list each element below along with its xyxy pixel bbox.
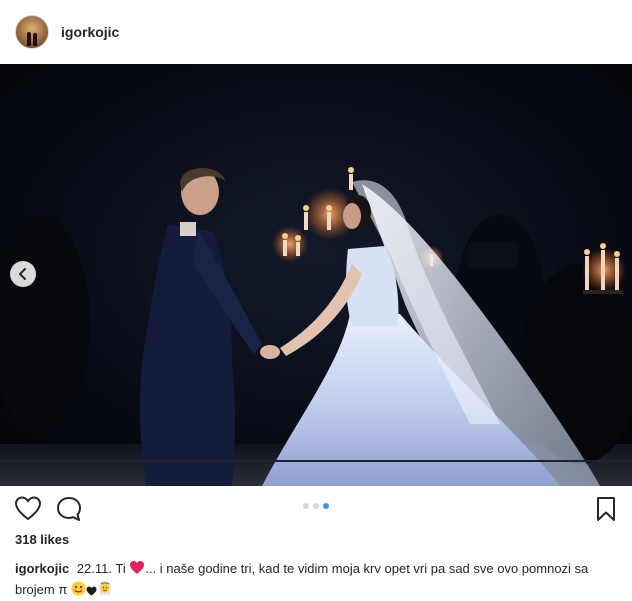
bookmark-icon [597, 497, 615, 521]
comment-button[interactable] [55, 495, 83, 523]
like-button[interactable] [14, 495, 42, 523]
instagram-post: igorkojic 318 likes igorkojic 22.11. Ti … [0, 0, 632, 598]
profile-avatar[interactable] [15, 15, 49, 49]
save-button[interactable] [592, 495, 620, 523]
post-header: igorkojic [0, 0, 632, 65]
avatar-figure [27, 32, 31, 46]
caption-text-part1: 22.11. Ti [76, 561, 126, 576]
post-actions [0, 486, 632, 532]
carousel-dot [313, 503, 319, 509]
carousel-dot [303, 503, 309, 509]
red-heart-emoji [129, 560, 145, 580]
smiling-face-emoji [71, 581, 86, 601]
post-username[interactable]: igorkojic [61, 24, 119, 40]
black-heart-emoji [86, 582, 97, 601]
carousel-indicator [0, 503, 632, 509]
heart-outline-icon [14, 496, 42, 521]
carousel-prev-button[interactable] [10, 261, 36, 287]
post-photo[interactable] [0, 64, 632, 486]
carousel-dot-active [323, 503, 329, 509]
caption-username[interactable]: igorkojic [15, 561, 69, 576]
wedding-photo [0, 64, 632, 486]
likes-count[interactable]: 318 likes [15, 532, 69, 547]
comment-bubble-icon [57, 497, 81, 521]
avatar-figure [33, 33, 37, 46]
post-caption: igorkojic 22.11. Ti ... i naše godine tr… [15, 559, 615, 601]
chevron-left-icon [19, 268, 26, 280]
